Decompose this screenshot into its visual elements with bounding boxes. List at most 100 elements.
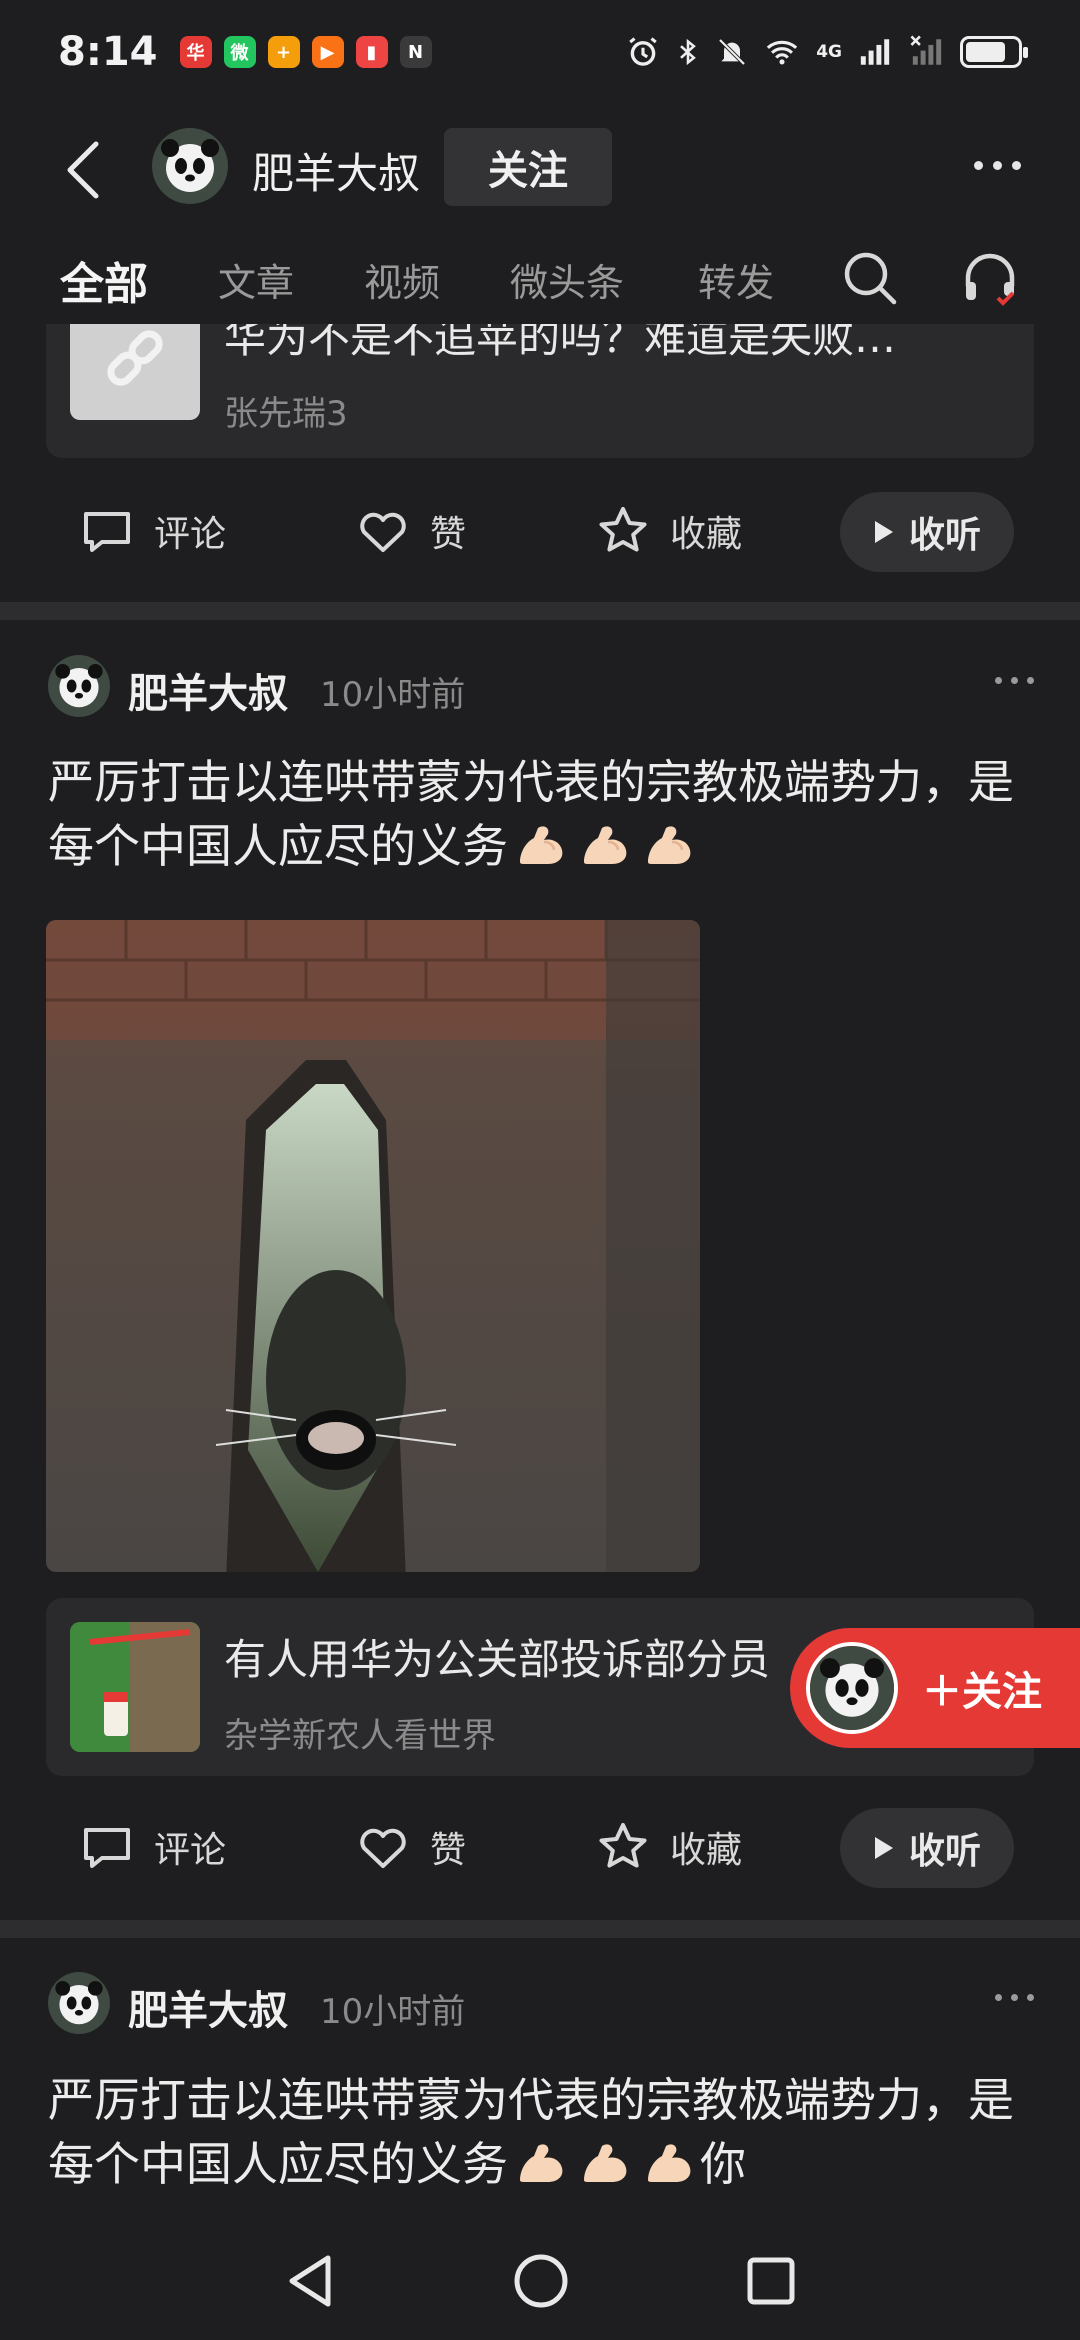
post-time: 10小时前 <box>320 1992 466 2032</box>
circle-home-icon <box>514 2254 568 2308</box>
post-more-button[interactable] <box>995 677 1034 684</box>
status-indicators: 4G <box>626 35 1028 69</box>
comment-icon <box>84 1828 130 1868</box>
author-avatar[interactable] <box>48 1972 110 2034</box>
author-name[interactable]: 肥羊大叔 <box>128 661 288 719</box>
comment-label: 评论 <box>154 1830 227 1871</box>
author-avatar[interactable] <box>48 655 110 717</box>
shared-link-card[interactable]: 华为不是不追苹的吗？难道是失败… 张先瑞3 <box>46 324 1034 458</box>
status-bar: 8:14 华微 + ▶ ▮ N 4G <box>0 0 1080 104</box>
tab-reposts[interactable]: 转发 <box>698 252 774 307</box>
post-time: 10小时前 <box>320 675 466 715</box>
play-icon <box>874 521 893 543</box>
collect-label: 收藏 <box>670 514 743 555</box>
post-text[interactable]: 严厉打击以连哄带蒙为代表的宗教极端势力，是每个中国人应尽的义务 <box>48 750 1038 878</box>
post-text[interactable]: 严厉打击以连哄带蒙为代表的宗教极端势力，是每个中国人应尽的义务你 <box>48 2068 1038 2196</box>
collect-button[interactable]: 收藏 <box>596 1820 742 1874</box>
bluetooth-icon <box>680 38 697 66</box>
listen-button[interactable]: 收听 <box>840 1808 1014 1888</box>
author-name[interactable]: 肥羊大叔 <box>128 1978 288 2036</box>
signal-icon <box>860 39 890 65</box>
post-header: 肥羊大叔 10小时前 <box>0 1972 1080 2042</box>
follow-avatar <box>806 1642 898 1734</box>
link-source: 杂学新农人看世界 <box>224 1716 496 1756</box>
link-source: 张先瑞3 <box>224 394 348 434</box>
signal-weak-icon <box>910 35 942 65</box>
comment-label: 评论 <box>154 514 227 555</box>
flexed-biceps-icon <box>648 2144 691 2182</box>
post-more-button[interactable] <box>995 1994 1034 2001</box>
colorful-app-icon: + <box>267 36 300 68</box>
top-nav: 肥羊大叔 关注 <box>0 118 1080 218</box>
network-type: 4G <box>816 41 842 62</box>
system-navigation-bar <box>0 2220 1080 2340</box>
follow-label: ＋关注 <box>922 1669 1042 1715</box>
comment-button[interactable]: 评论 <box>80 1820 226 1874</box>
floating-follow-button[interactable]: ＋关注 <box>790 1628 1080 1748</box>
listen-button[interactable]: 收听 <box>840 492 1014 572</box>
collect-button[interactable]: 收藏 <box>596 504 742 558</box>
follow-button[interactable]: 关注 <box>444 128 612 206</box>
post-actions: 评论 赞 收藏 收听 <box>0 1808 1080 1888</box>
post-image[interactable] <box>46 920 700 1572</box>
tab-articles[interactable]: 文章 <box>218 252 294 307</box>
profile-avatar[interactable] <box>152 128 228 204</box>
listen-mode-button[interactable] <box>960 248 1020 308</box>
link-thumbnail <box>70 1622 200 1752</box>
nav-recents-button[interactable] <box>736 2246 806 2316</box>
tab-micro-posts[interactable]: 微头条 <box>510 252 624 307</box>
post-header: 肥羊大叔 10小时前 <box>0 655 1080 725</box>
panda-avatar-icon <box>810 1646 894 1730</box>
flexed-biceps-icon <box>520 826 563 864</box>
flexed-biceps-icon <box>648 826 691 864</box>
section-divider <box>0 602 1080 620</box>
wifi-icon <box>766 40 798 65</box>
panda-avatar-icon <box>48 655 110 717</box>
flexed-biceps-icon <box>584 826 627 864</box>
post-actions: 评论 赞 收藏 收听 <box>0 492 1080 572</box>
triangle-back-icon <box>289 2255 331 2307</box>
play-icon <box>874 1837 893 1859</box>
nfc-icon: N <box>399 36 432 68</box>
section-divider <box>0 1920 1080 1938</box>
like-button[interactable]: 赞 <box>356 1820 466 1874</box>
app-root: 8:14 华微 + ▶ ▮ N 4G 肥羊大叔 关注 全部 文章 视频 微头条 转发 <box>0 0 1080 2340</box>
listen-label: 收听 <box>908 1831 981 1872</box>
huawei-icon: 华 <box>179 36 212 68</box>
like-button[interactable]: 赞 <box>356 504 466 558</box>
comment-icon <box>84 512 130 552</box>
chevron-left-icon <box>67 141 99 199</box>
post-card: 华为不是不追苹的吗？难道是失败… 张先瑞3 评论 赞 收藏 收听 <box>0 324 1080 602</box>
nav-back-button[interactable] <box>276 2246 346 2316</box>
nav-home-button[interactable] <box>506 2246 576 2316</box>
comment-button[interactable]: 评论 <box>80 504 226 558</box>
panda-avatar-icon <box>152 128 228 204</box>
search-button[interactable] <box>840 248 900 308</box>
search-icon <box>844 252 897 305</box>
post-body-suffix: 你 <box>700 2137 746 2191</box>
star-icon <box>599 1823 647 1868</box>
more-options-button[interactable] <box>962 140 1032 190</box>
profile-name: 肥羊大叔 <box>252 149 421 198</box>
video-app-icon: ▶ <box>311 36 344 68</box>
heart-icon <box>360 512 406 552</box>
flexed-biceps-icon <box>520 2144 563 2182</box>
bottle-photo <box>70 1622 200 1752</box>
heart-icon <box>360 1828 406 1868</box>
back-button[interactable] <box>58 140 108 200</box>
link-icon <box>107 330 163 386</box>
link-thumbnail <box>70 324 200 420</box>
square-recents-icon <box>747 2257 795 2305</box>
like-label: 赞 <box>430 514 467 555</box>
link-title: 华为不是不追苹的吗？难道是失败… <box>224 324 897 362</box>
listen-label: 收听 <box>908 515 981 556</box>
status-app-icons: 华微 + ▶ ▮ N <box>179 36 432 68</box>
mute-icon <box>718 38 746 66</box>
flexed-biceps-icon <box>584 2144 627 2182</box>
tab-all[interactable]: 全部 <box>60 248 148 312</box>
alarm-icon <box>629 37 657 66</box>
battery-icon <box>960 36 1028 68</box>
collect-label: 收藏 <box>670 1830 743 1871</box>
panda-avatar-icon <box>48 1972 110 2034</box>
tab-videos[interactable]: 视频 <box>364 252 440 307</box>
